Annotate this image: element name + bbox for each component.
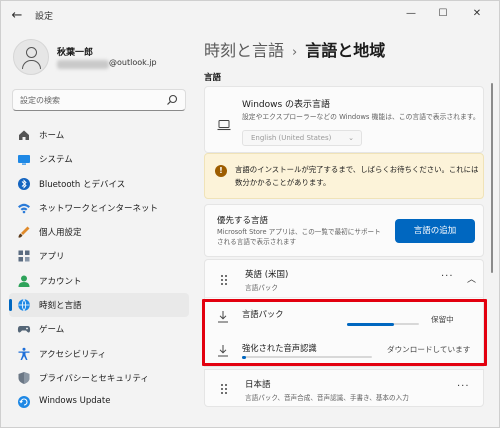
drag-handle-icon[interactable] <box>221 384 227 394</box>
sidebar-item-apps[interactable]: アプリ <box>9 244 189 268</box>
add-language-button[interactable]: 言語の追加 <box>395 219 475 243</box>
sidebar-item-gaming[interactable]: ゲーム <box>9 317 189 341</box>
language-item-japanese[interactable]: 日本語 言語パック、音声合成、音声認識、手書き、基本の入力 ··· <box>204 369 484 407</box>
drag-handle-icon[interactable] <box>221 275 227 285</box>
chevron-up-icon[interactable]: ︿ <box>467 272 476 285</box>
sidebar-item-label: ゲーム <box>39 325 65 336</box>
sidebar-item-label: システム <box>39 155 73 166</box>
sidebar-item-label: プライバシーとセキュリティ <box>39 373 149 384</box>
sidebar-item-label: 時刻と言語 <box>39 301 82 312</box>
display-language-card: Windows の表示言語 設定やエクスプローラーなどの Windows 機能は… <box>204 86 484 153</box>
preferred-languages-card: 優先する言語 Microsoft Store アプリは、この一覧で最初にサポート… <box>204 204 484 257</box>
sidebar-item-home[interactable]: ホーム <box>9 123 189 147</box>
warning-text: 言語のインストールが完了するまで、しばらくお待ちください。これには数分かかること… <box>235 165 479 187</box>
sidebar-nav: ホーム システム Bluetooth とデバイス ネットワークとインターネット … <box>9 123 189 415</box>
display-language-title: Windows の表示言語 <box>242 100 331 110</box>
accessibility-icon <box>18 347 30 360</box>
network-icon <box>18 203 30 214</box>
sidebar-item-accessibility[interactable]: アクセシビリティ <box>9 342 189 366</box>
avatar-body <box>22 60 41 69</box>
display-language-subtitle: 設定やエクスプローラーなどの Windows 機能は、この言語で表示されます。 <box>242 113 480 121</box>
download-progress-bar <box>242 355 372 359</box>
download-progress-fill <box>242 355 246 359</box>
sidebar-item-system[interactable]: システム <box>9 147 189 171</box>
avatar <box>13 39 49 75</box>
account-icon <box>18 275 30 287</box>
language-downloads-panel: 言語パック 保留中 強化された音声認識 ダウンロードしています <box>204 297 484 367</box>
download-status: 保留中 <box>431 315 454 324</box>
window-title: 設定 <box>35 12 54 22</box>
sidebar-item-windows-update[interactable]: Windows Update <box>9 390 189 414</box>
search-placeholder: 設定の検索 <box>20 96 60 105</box>
download-progress-fill <box>347 322 394 326</box>
minimize-button[interactable]: — <box>397 4 425 24</box>
laptop-icon <box>217 120 231 131</box>
download-row-speech: 強化された音声認識 ダウンロードしています <box>205 334 485 368</box>
back-arrow-icon[interactable]: ← <box>9 8 25 24</box>
download-label: 言語パック <box>242 309 284 319</box>
gaming-icon <box>17 326 31 333</box>
sidebar-item-label: アクセシビリティ <box>39 349 107 360</box>
language-name: 日本語 <box>245 380 271 390</box>
email-redaction <box>57 60 109 69</box>
search-icon <box>167 94 178 105</box>
breadcrumb-parent[interactable]: 時刻と言語 <box>204 41 284 60</box>
chevron-down-icon: ⌄ <box>348 134 354 142</box>
more-options-icon[interactable]: ··· <box>441 271 454 282</box>
sidebar-item-label: アプリ <box>39 252 65 263</box>
sidebar-item-label: アカウント <box>39 276 82 287</box>
sidebar-item-label: 個人用設定 <box>39 228 82 239</box>
language-features: 言語パック <box>245 284 278 292</box>
sidebar-item-bluetooth[interactable]: Bluetooth とデバイス <box>9 172 189 196</box>
scrollbar[interactable] <box>491 83 493 273</box>
user-name: 秋葉一郎 <box>57 48 94 58</box>
avatar-head <box>26 47 37 58</box>
home-icon <box>19 130 29 140</box>
close-button[interactable]: ✕ <box>463 4 491 24</box>
download-label: 強化された音声認識 <box>242 343 317 353</box>
page-title: 言語と地域 <box>305 41 386 60</box>
sidebar-item-label: ホーム <box>39 131 65 141</box>
sidebar-item-network[interactable]: ネットワークとインターネット <box>9 196 189 220</box>
language-features: 言語パック、音声合成、音声認識、手書き、基本の入力 <box>245 394 409 402</box>
preferred-languages-title: 優先する言語 <box>217 216 269 226</box>
sidebar-item-time-language[interactable]: 時刻と言語 <box>9 293 189 318</box>
download-status: ダウンロードしています <box>387 345 471 354</box>
settings-window: ← 設定 — ☐ ✕ 秋葉一郎 @outlook.jp 設定の検索 ホーム シス… <box>0 0 500 428</box>
sidebar-item-label: Bluetooth とデバイス <box>39 179 126 190</box>
section-title-language: 言語 <box>204 73 222 83</box>
sidebar-item-account[interactable]: アカウント <box>9 269 189 293</box>
maximize-button[interactable]: ☐ <box>429 4 457 24</box>
title-bar: ← 設定 — ☐ ✕ <box>1 1 499 31</box>
sidebar-item-privacy[interactable]: プライバシーとセキュリティ <box>9 366 189 390</box>
system-icon <box>18 155 30 165</box>
time-language-icon <box>18 299 30 312</box>
more-options-icon[interactable]: ··· <box>457 381 470 392</box>
sidebar-item-label: ネットワークとインターネット <box>39 203 159 214</box>
windows-update-icon <box>18 396 30 409</box>
display-language-dropdown[interactable]: English (United States) ⌄ <box>242 130 362 146</box>
download-progress-bar <box>347 322 419 326</box>
display-language-selected: English (United States) <box>251 134 332 142</box>
preferred-languages-subtitle: Microsoft Store アプリは、この一覧で最初にサポートされる言語で表… <box>217 228 381 246</box>
breadcrumb-separator: › <box>292 45 298 60</box>
install-warning-banner: ! 言語のインストールが完了するまで、しばらくお待ちください。これには数分かかる… <box>204 153 484 199</box>
language-item-english[interactable]: 英語 (米国) 言語パック ··· ︿ <box>204 259 484 297</box>
apps-icon <box>18 250 30 262</box>
search-input[interactable]: 設定の検索 <box>12 89 186 111</box>
info-icon: ! <box>215 165 227 177</box>
download-icon <box>218 345 228 357</box>
personalization-icon <box>18 226 30 238</box>
breadcrumb: 時刻と言語 › 言語と地域 <box>204 37 385 61</box>
user-email: @outlook.jp <box>109 58 157 67</box>
download-row-language-pack: 言語パック 保留中 <box>205 300 485 334</box>
privacy-icon <box>18 371 30 384</box>
language-name: 英語 (米国) <box>245 270 289 280</box>
download-icon <box>218 311 228 323</box>
bluetooth-icon <box>18 177 30 190</box>
sidebar-item-label: Windows Update <box>39 396 111 407</box>
sidebar-item-personalization[interactable]: 個人用設定 <box>9 220 189 244</box>
